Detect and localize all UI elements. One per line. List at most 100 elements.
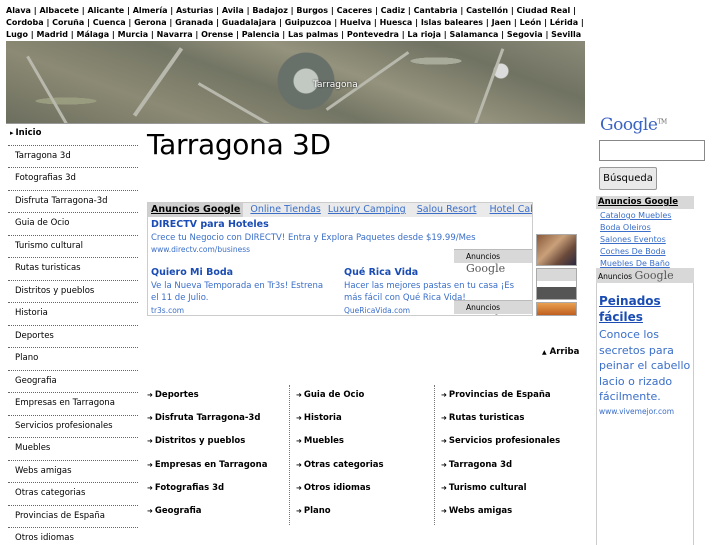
province-link[interactable]: Alicante — [87, 6, 124, 15]
right-ad-link[interactable]: Boda Oleiros — [600, 223, 651, 232]
search-button[interactable]: Búsqueda — [599, 167, 657, 190]
sidebar-item-empresas-en-tarragona[interactable]: Empresas en Tarragona — [8, 393, 138, 416]
category-link[interactable]: ➜ Tarragona 3d — [441, 460, 512, 470]
category-link[interactable]: ➜ Rutas turisticas — [441, 413, 524, 423]
category-link[interactable]: ➜ Fotografias 3d — [147, 483, 224, 493]
ad-title[interactable]: Qué Rica Vida — [344, 267, 530, 280]
right-ad-link[interactable]: Salones Eventos — [600, 235, 666, 244]
category-link[interactable]: ➜ Distritos y pueblos — [147, 436, 245, 446]
back-to-top-link[interactable]: ▲ Arriba — [542, 347, 579, 357]
province-link[interactable]: Navarra — [157, 30, 193, 39]
ad-url[interactable]: tr3s.com — [151, 305, 331, 316]
category-link[interactable]: ➜ Muebles — [296, 436, 344, 446]
province-link[interactable]: Almería — [133, 6, 168, 15]
sidebar-item-guia-de-ocio[interactable]: Guia de Ocio — [8, 213, 138, 236]
province-link[interactable]: Cantabria — [414, 6, 458, 15]
ad-link-online-tiendas[interactable]: Online Tiendas — [250, 204, 320, 215]
province-link[interactable]: Alava — [6, 6, 31, 15]
province-link[interactable]: Badajoz — [252, 6, 288, 15]
province-link[interactable]: Avila — [222, 6, 244, 15]
category-link[interactable]: ➜ Deportes — [147, 390, 199, 400]
province-link[interactable]: León — [520, 18, 542, 27]
right-ad-title[interactable]: Peinados fáciles — [599, 293, 693, 325]
province-link[interactable]: Gerona — [134, 18, 167, 27]
province-link[interactable]: Ciudad Real — [517, 6, 571, 15]
ads-by-google-badge[interactable]: Anuncios Google — [596, 268, 694, 283]
province-link[interactable]: Huesca — [380, 18, 413, 27]
sidebar-item-rutas-turisticas[interactable]: Rutas turisticas — [8, 258, 138, 281]
category-link[interactable]: ➜ Disfruta Tarragona-3d — [147, 413, 260, 423]
right-ad-link[interactable]: Catalogo Muebles — [600, 211, 671, 220]
province-link[interactable]: La rioja — [407, 30, 441, 39]
sidebar-item-deportes[interactable]: Deportes — [8, 326, 138, 348]
sidebar-item-webs-amigas[interactable]: Webs amigas — [8, 461, 138, 483]
province-link[interactable]: Castellón — [466, 6, 508, 15]
category-link[interactable]: ➜ Servicios profesionales — [441, 436, 560, 446]
sidebar-item-plano[interactable]: Plano — [8, 348, 138, 371]
category-link[interactable]: ➜ Otras categorias — [296, 460, 384, 470]
category-link[interactable]: ➜ Historia — [296, 413, 342, 423]
right-ad-link[interactable]: Coches De Boda — [600, 247, 666, 256]
province-link[interactable]: Sevilla — [551, 30, 581, 39]
ad-quiero-mi-boda[interactable]: Quiero Mi Boda Ve la Nueva Temporada en … — [151, 267, 331, 316]
category-link[interactable]: ➜ Guia de Ocio — [296, 390, 364, 400]
sidebar-item-geografia[interactable]: Geografia — [8, 371, 138, 393]
sidebar-item-turismo-cultural[interactable]: Turismo cultural — [8, 236, 138, 258]
province-link[interactable]: Lérida — [550, 18, 578, 27]
province-link[interactable]: Islas baleares — [421, 18, 483, 27]
ad-thumbnail-image[interactable] — [536, 234, 577, 266]
province-link[interactable]: Guipuzcoa — [285, 18, 332, 27]
province-link[interactable]: Pontevedra — [347, 30, 399, 39]
sidebar-item-tarragona-3d[interactable]: Tarragona 3d — [8, 146, 138, 168]
ad-thumbnail-image[interactable] — [536, 302, 577, 316]
sidebar-item-servicios-profesionales[interactable]: Servicios profesionales — [8, 416, 138, 438]
sidebar-item-distritos-y-pueblos[interactable]: Distritos y pueblos — [8, 281, 138, 303]
category-link[interactable]: ➜ Webs amigas — [441, 506, 512, 516]
province-link[interactable]: Asturias — [176, 6, 213, 15]
province-link[interactable]: Lugo — [6, 30, 28, 39]
category-link[interactable]: ➜ Geografia — [147, 506, 202, 516]
ad-links-label[interactable]: Anuncios Google — [148, 203, 244, 217]
province-link[interactable]: Palencia — [242, 30, 280, 39]
category-link[interactable]: ➜ Otros idiomas — [296, 483, 371, 493]
right-ad-links-title[interactable]: Anuncios Google — [596, 196, 694, 209]
search-input[interactable] — [599, 140, 705, 161]
province-link[interactable]: Jaen — [492, 18, 512, 27]
category-link[interactable]: ➜ Empresas en Tarragona — [147, 460, 267, 470]
province-link[interactable]: Cuenca — [93, 18, 126, 27]
province-link[interactable]: Cordoba — [6, 18, 44, 27]
province-link[interactable]: Huelva — [340, 18, 371, 27]
province-link[interactable]: Burgos — [296, 6, 328, 15]
ad-link-hotel-cabana[interactable]: Hotel Cabaña — [490, 204, 532, 215]
ads-by-google-badge[interactable]: Anuncios Google — [454, 300, 532, 315]
province-link[interactable]: Cadiz — [381, 6, 405, 15]
province-link[interactable]: Albacete — [39, 6, 78, 15]
right-ad-link[interactable]: Muebles De Baño — [600, 259, 670, 268]
province-link[interactable]: Caceres — [337, 6, 373, 15]
province-link[interactable]: Guadalajara — [222, 18, 276, 27]
ad-title[interactable]: Quiero Mi Boda — [151, 267, 331, 280]
right-ad-url[interactable]: www.vivemejor.com — [599, 407, 674, 416]
category-link[interactable]: ➜ Provincias de España — [441, 390, 551, 400]
province-link[interactable]: Salamanca — [450, 30, 499, 39]
ad-link-salou-resort[interactable]: Salou Resort — [417, 204, 477, 215]
ads-by-google-badge[interactable]: Anuncios Google — [454, 249, 532, 275]
category-link[interactable]: ➜ Turismo cultural — [441, 483, 527, 493]
province-link[interactable]: Orense — [201, 30, 233, 39]
category-link[interactable]: ➜ Plano — [296, 506, 331, 516]
sidebar-item-disfruta-tarragona-3d[interactable]: Disfruta Tarragona-3d — [8, 191, 138, 213]
province-link[interactable]: Coruña — [52, 18, 84, 27]
province-link[interactable]: Madrid — [37, 30, 69, 39]
sidebar-item-muebles[interactable]: Muebles — [8, 438, 138, 461]
sidebar-item-fotografias-3d[interactable]: Fotografias 3d — [8, 168, 138, 191]
province-link[interactable]: Segovia — [507, 30, 543, 39]
sidebar-item-otras-categorias[interactable]: Otras categorias — [8, 483, 138, 506]
province-link[interactable]: Granada — [175, 18, 213, 27]
sidebar-item-historia[interactable]: Historia — [8, 303, 138, 326]
province-link[interactable]: Murcia — [118, 30, 148, 39]
ad-link-luxury-camping[interactable]: Luxury Camping — [328, 204, 406, 215]
ad-title[interactable]: DIRECTV para Hoteles — [151, 219, 531, 232]
ad-thumbnail-image[interactable] — [536, 268, 577, 300]
province-link[interactable]: Las palmas — [288, 30, 338, 39]
sidebar-item-inicio[interactable]: ▸ Inicio — [8, 123, 138, 146]
